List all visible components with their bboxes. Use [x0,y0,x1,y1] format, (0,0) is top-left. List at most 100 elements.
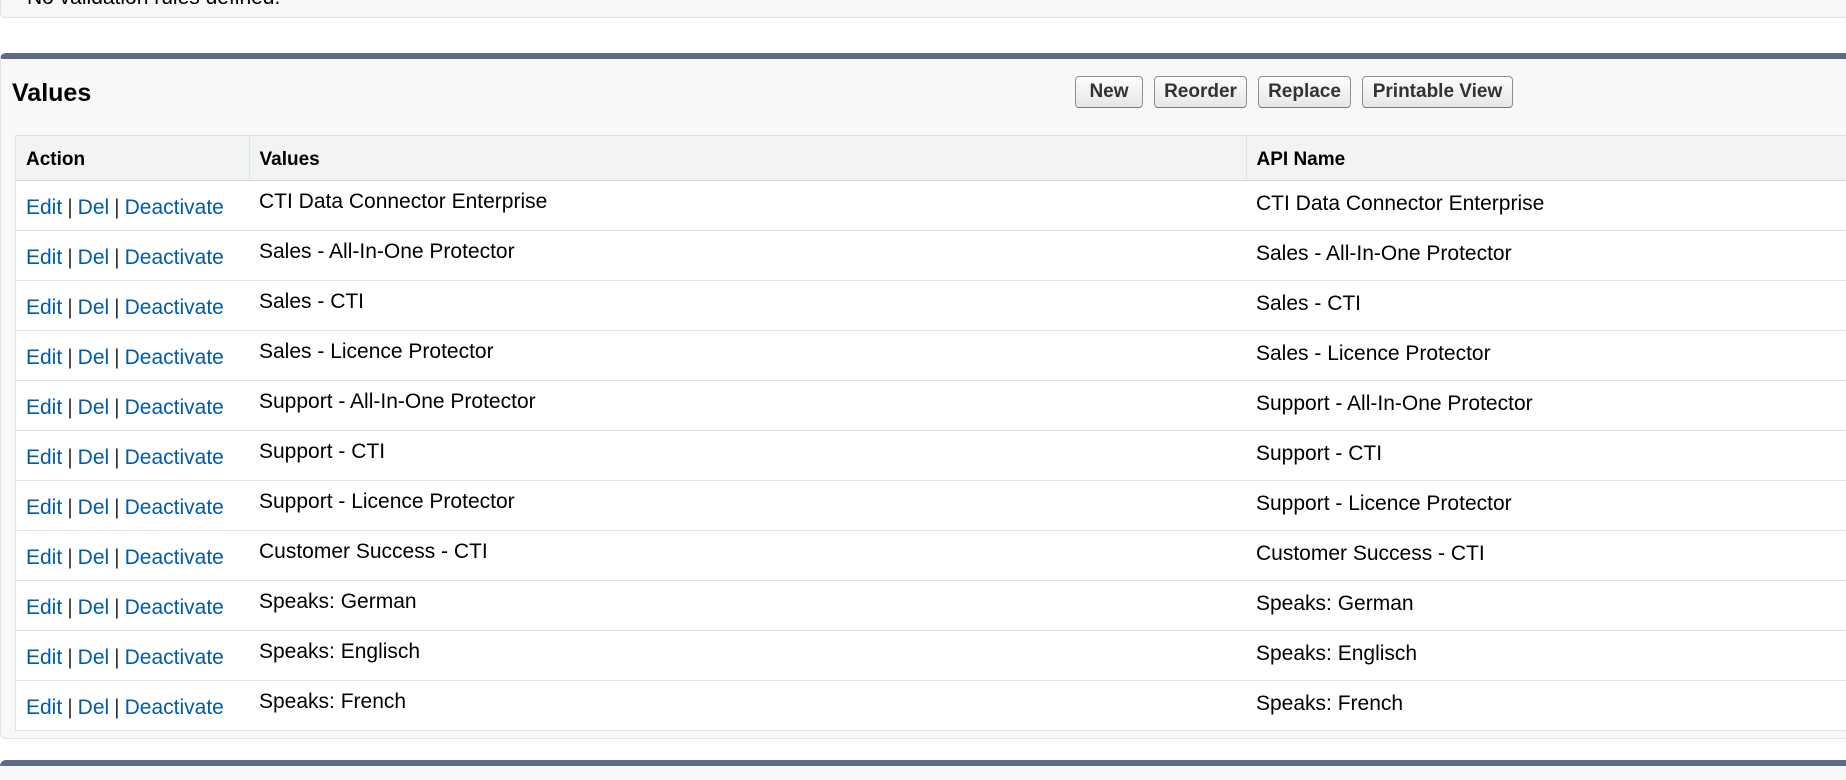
action-separator: | [114,596,120,619]
api-name-cell: Support - CTI [1246,430,1846,481]
table-row: Edit | Del | Deactivate Speaks: German Speaks:… [16,580,1846,631]
table-row: Edit | Del | Deactivate Support - CTI Support … [16,430,1846,481]
action-separator: | [114,246,120,269]
table-body: Edit | Del | Deactivate CTI Data Connector En… [16,180,1846,730]
reorder-button[interactable]: Reorder [1154,76,1247,108]
api-name-cell: Support - All-In-One Protector [1246,380,1846,431]
replace-button[interactable]: Replace [1258,76,1351,108]
deactivate-link[interactable]: Deactivate [125,446,224,469]
table-row: Edit | Del | Deactivate Support - Licence Pro… [16,480,1846,531]
column-header-api-name[interactable]: API Name [1245,136,1846,181]
section-title: Values [12,79,92,107]
value-cell: Sales - All-In-One Protector [249,230,1246,281]
row-actions: Edit | Del | Deactivate [16,530,249,581]
row-actions: Edit | Del | Deactivate [16,680,249,730]
delete-link[interactable]: Del [78,496,110,519]
delete-link[interactable]: Del [78,546,110,569]
row-actions: Edit | Del | Deactivate [16,480,249,531]
delete-link[interactable]: Del [78,346,110,369]
action-separator: | [67,496,73,519]
action-separator: | [114,346,120,369]
edit-link[interactable]: Edit [26,246,62,269]
action-separator: | [67,596,73,619]
table-row: Edit | Del | Deactivate Sales - All-In-One Pr… [16,230,1846,281]
delete-link[interactable]: Del [78,646,110,669]
value-cell: CTI Data Connector Enterprise [249,180,1246,231]
edit-link[interactable]: Edit [26,646,62,669]
edit-link[interactable]: Edit [26,396,62,419]
column-header-values[interactable]: Values [248,136,1246,181]
delete-link[interactable]: Del [78,596,110,619]
row-actions: Edit | Del | Deactivate [16,180,249,231]
value-cell: Support - Licence Protector [249,480,1246,531]
value-cell: Sales - Licence Protector [249,330,1246,381]
action-separator: | [67,446,73,469]
table-row: Edit | Del | Deactivate Sales - CTI Sales - CT… [16,280,1846,331]
deactivate-link[interactable]: Deactivate [125,496,224,519]
table-row: Edit | Del | Deactivate Customer Success - CT… [16,530,1846,581]
deactivate-link[interactable]: Deactivate [125,596,224,619]
delete-link[interactable]: Del [78,396,110,419]
validation-rules-section: No validation rules defined. [0,0,1846,18]
delete-link[interactable]: Del [78,196,110,219]
api-name-cell: Speaks: German [1246,580,1846,631]
value-cell: Support - All-In-One Protector [249,380,1246,431]
delete-link[interactable]: Del [78,696,110,719]
action-separator: | [114,696,120,720]
edit-link[interactable]: Edit [26,546,62,569]
action-separator: | [67,246,73,269]
values-table: Action Values API Name Edit | Del | Deactiva… [16,136,1846,730]
api-name-cell: Support - Licence Protector [1246,480,1846,531]
row-actions: Edit | Del | Deactivate [16,330,249,381]
api-name-cell: Speaks: French [1256,692,1404,716]
table-row: Edit | Del | Deactivate CTI Data Connector En… [16,180,1846,231]
edit-link[interactable]: Edit [26,496,62,519]
action-separator: | [67,696,73,720]
value-cell: Speaks: French [259,690,407,714]
edit-link[interactable]: Edit [26,296,62,319]
column-header-action: Action [16,136,249,181]
table-row: Edit | Del | Deactivate Sales - Licence Prote… [16,330,1846,381]
delete-link[interactable]: Del [78,246,110,269]
action-separator: | [67,346,73,369]
deactivate-link[interactable]: Deactivate [125,196,224,219]
action-separator: | [67,646,73,669]
value-cell: Support - CTI [249,430,1246,481]
action-separator: | [67,396,73,419]
edit-link[interactable]: Edit [26,596,62,619]
edit-link[interactable]: Edit [26,196,62,219]
validation-empty-message: No validation rules defined. [27,0,280,10]
edit-link[interactable]: Edit [26,696,62,719]
action-separator: | [67,546,73,569]
deactivate-link[interactable]: Deactivate [125,696,224,719]
values-section: Values New Reorder Replace Printable Vie… [0,53,1846,739]
action-separator: | [114,546,120,569]
row-actions: Edit | Del | Deactivate [16,430,249,481]
edit-link[interactable]: Edit [26,446,62,469]
value-cell: Speaks: German [249,580,1246,631]
api-name-cell: Customer Success - CTI [1246,530,1846,581]
printable-view-button[interactable]: Printable View [1362,76,1513,108]
deactivate-link[interactable]: Deactivate [125,346,224,369]
table-row: Edit | Del | Deactivate Support - All-In-One … [16,380,1846,431]
next-section-header [0,760,1846,780]
table-row: Edit | Del | Deactivate Speaks: Englisch Speak… [16,630,1846,681]
value-cell: Sales - CTI [249,280,1246,331]
deactivate-link[interactable]: Deactivate [125,296,224,319]
row-actions: Edit | Del | Deactivate [16,630,249,681]
deactivate-link[interactable]: Deactivate [125,646,224,669]
action-separator: | [114,196,120,219]
section-button-bar: New Reorder Replace Printable View [1075,76,1513,108]
row-actions: Edit | Del | Deactivate [16,580,249,631]
delete-link[interactable]: Del [78,296,110,319]
row-actions: Edit | Del | Deactivate [16,380,249,431]
deactivate-link[interactable]: Deactivate [125,246,224,269]
value-cell: Speaks: Englisch [249,630,1246,681]
deactivate-link[interactable]: Deactivate [125,396,224,419]
edit-link[interactable]: Edit [26,346,62,369]
action-separator: | [67,296,73,319]
new-button[interactable]: New [1075,76,1143,108]
delete-link[interactable]: Del [78,446,110,469]
deactivate-link[interactable]: Deactivate [125,546,224,569]
table-header-row: Action Values API Name [16,136,1846,181]
